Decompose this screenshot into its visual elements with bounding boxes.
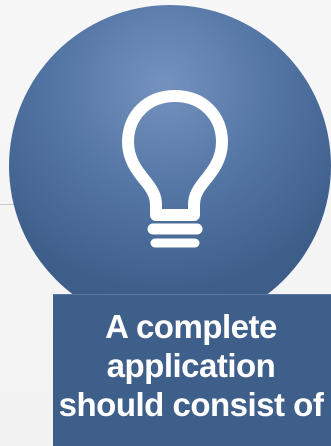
caption-text: A complete application should consist of [58, 308, 324, 423]
lightbulb-icon [122, 90, 228, 248]
